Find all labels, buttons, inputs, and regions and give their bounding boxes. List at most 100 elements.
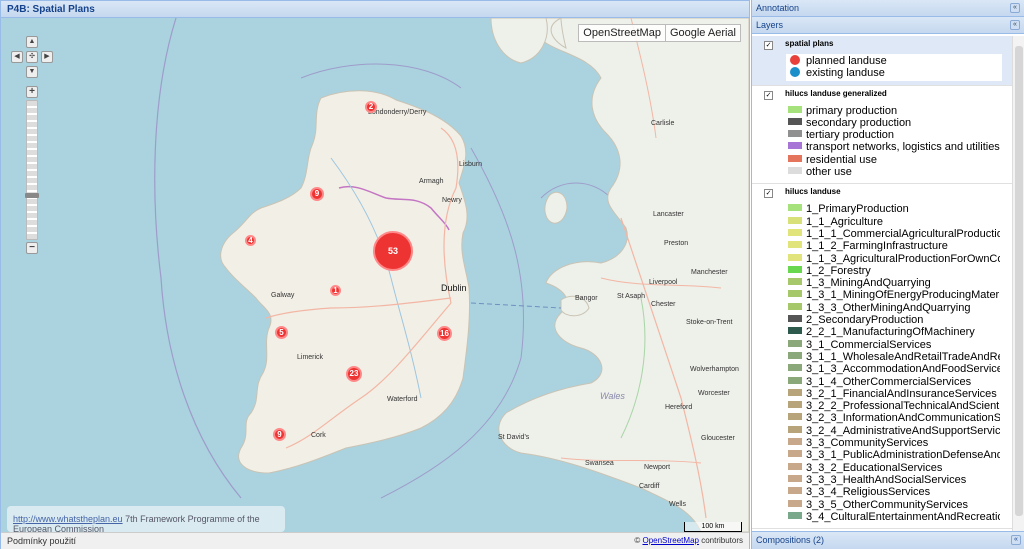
legend-label: 3_3_5_OtherCommunityServices <box>806 498 969 511</box>
place-label: Manchester <box>691 269 728 276</box>
basemap-switcher: OpenStreetMap Google Aerial <box>578 24 741 42</box>
place-label: St David's <box>498 434 530 441</box>
legend-swatch <box>788 413 802 421</box>
terms-link[interactable]: Podmínky použití <box>7 536 76 546</box>
legend-label: 1_1_Agriculture <box>806 215 884 228</box>
layer-checkbox[interactable]: ✓ <box>764 41 773 50</box>
layer-group-hilucs-generalized: ✓ hilucs landuse generalized primary prod… <box>752 86 1024 185</box>
legend-item: 1_3_1_MiningOfEnergyProducingMaterials <box>788 289 1000 301</box>
legend-swatch <box>788 462 802 470</box>
legend-item: other use <box>788 166 1000 178</box>
compositions-panel-header[interactable]: Compositions (2) « <box>752 531 1024 549</box>
zoom-slider-thumb[interactable] <box>25 193 39 198</box>
legend-item: planned landuse <box>788 55 1000 67</box>
legend-label: secondary production <box>806 116 912 129</box>
collapse-compositions-icon[interactable]: « <box>1011 535 1021 545</box>
layer-group-title[interactable]: ✓ spatial plans <box>752 36 1024 52</box>
scrollbar-thumb[interactable] <box>1015 46 1023 516</box>
place-label: Wolverhampton <box>690 366 739 373</box>
zoom-in-button[interactable]: + <box>26 86 38 98</box>
legend-swatch <box>788 351 802 359</box>
layer-checkbox[interactable]: ✓ <box>764 189 773 199</box>
annotation-panel-header[interactable]: Annotation « <box>752 0 1024 17</box>
place-label: Dublin <box>441 283 467 293</box>
pan-up-icon[interactable]: ▲ <box>26 36 38 48</box>
legend-label: 3_4_CulturalEntertainmentAndRecreational… <box>806 510 1000 523</box>
basemap-option-google-aerial[interactable]: Google Aerial <box>664 25 740 41</box>
legend-swatch <box>788 253 802 261</box>
plan-cluster-marker[interactable]: 53 <box>373 231 413 271</box>
place-label: Worcester <box>698 390 730 397</box>
pan-center-icon[interactable]: ✣ <box>26 51 38 63</box>
legend-swatch <box>788 511 802 519</box>
plan-cluster-marker[interactable]: 9 <box>273 428 286 441</box>
legend-swatch <box>790 67 800 78</box>
layer-group-hilucs-landuse: ✓ hilucs landuse 1_PrimaryProduction 1_1_A… <box>752 184 1024 530</box>
plan-cluster-marker[interactable]: 9 <box>310 187 324 201</box>
legend-swatch <box>788 474 802 482</box>
layers-panel-header[interactable]: Layers « <box>752 17 1024 34</box>
legend-item: 3_2_2_ProfessionalTechnicalAndScientific… <box>788 400 1000 412</box>
legend-label: 3_1_4_OtherCommercialServices <box>806 375 972 388</box>
legend-label: 3_1_CommercialServices <box>806 338 932 351</box>
legend-label: 1_PrimaryProduction <box>806 203 909 216</box>
legend-label: tertiary production <box>806 129 895 142</box>
place-label: Cork <box>311 432 326 439</box>
legend-item: existing landuse <box>788 67 1000 79</box>
legend-swatch <box>788 241 802 249</box>
place-label: Swansea <box>585 460 614 467</box>
legend-swatch <box>788 388 802 396</box>
layer-tree-scrollbar[interactable] <box>1012 36 1024 531</box>
legend-item: 1_1_Agriculture <box>788 216 1000 228</box>
pan-down-icon[interactable]: ▼ <box>26 66 38 78</box>
legend-item: 3_1_CommercialServices <box>788 339 1000 351</box>
legend-label: 2_2_1_ManufacturingOfMachinery <box>806 326 975 339</box>
legend-item: 3_3_5_OtherCommunityServices <box>788 499 1000 511</box>
legend-label: 3_1_1_WholesaleAndRetailTradeAndRepair <box>806 350 1000 363</box>
collapse-layers-icon[interactable]: « <box>1010 20 1020 30</box>
legend-item: 3_3_3_HealthAndSocialServices <box>788 474 1000 486</box>
legend-label: other use <box>806 166 852 179</box>
legend-item: 1_PrimaryProduction <box>788 203 1000 215</box>
pan-left-icon[interactable]: ◀ <box>11 51 23 63</box>
legend-swatch <box>788 339 802 347</box>
map-canvas[interactable]: Londonderry/Derry Lisburn Armagh Newry G… <box>1 18 749 532</box>
place-label: Carlisle <box>651 120 675 127</box>
legend-swatch <box>788 154 802 162</box>
basemap-option-osm[interactable]: OpenStreetMap <box>579 25 665 41</box>
layer-group-title[interactable]: ✓ hilucs landuse <box>752 184 1024 200</box>
plan-cluster-marker[interactable]: 23 <box>346 366 362 382</box>
plan-cluster-marker[interactable]: 2 <box>365 101 377 113</box>
layer-checkbox[interactable]: ✓ <box>764 90 773 100</box>
osm-attribution-link[interactable]: OpenStreetMap <box>642 536 698 545</box>
legend-swatch <box>788 401 802 409</box>
project-link[interactable]: http://www.whatstheplan.eu <box>13 514 123 524</box>
legend-swatch <box>788 376 802 384</box>
legend-label: 1_2_Forestry <box>806 264 871 277</box>
place-label: Armagh <box>419 178 444 185</box>
place-label: Waterford <box>387 396 418 403</box>
legend-item: secondary production <box>788 117 1000 129</box>
zoom-slider[interactable] <box>25 100 39 240</box>
plan-cluster-marker[interactable]: 4 <box>245 235 256 246</box>
legend-label: 3_2_3_InformationAndCommunicationService… <box>806 412 1000 425</box>
scale-bar: 100 km <box>684 522 742 532</box>
collapse-annotation-icon[interactable]: « <box>1010 3 1020 13</box>
layer-group-title[interactable]: ✓ hilucs landuse generalized <box>752 86 1024 102</box>
zoom-out-button[interactable]: − <box>26 242 38 254</box>
pan-right-icon[interactable]: ▶ <box>41 51 53 63</box>
legend-label: 3_3_4_ReligiousServices <box>806 486 931 499</box>
layer-tree: ✓ spatial plans planned landuse existing … <box>752 36 1024 531</box>
map-attribution: © OpenStreetMap contributors <box>634 536 743 545</box>
plan-cluster-marker[interactable]: 16 <box>437 326 452 341</box>
plan-cluster-marker[interactable]: 1 <box>330 285 341 296</box>
legend-item: 3_1_4_OtherCommercialServices <box>788 376 1000 388</box>
place-label: Wells <box>669 501 686 508</box>
place-label: Cardiff <box>639 483 660 490</box>
plan-cluster-marker[interactable]: 5 <box>275 326 288 339</box>
legend-swatch <box>788 216 802 224</box>
place-label: Galway <box>271 292 295 299</box>
place-label: St Asaph <box>617 293 646 300</box>
layer-legend: 1_PrimaryProduction 1_1_Agriculture 1_1_1_… <box>786 202 1002 525</box>
legend-swatch <box>788 142 802 150</box>
